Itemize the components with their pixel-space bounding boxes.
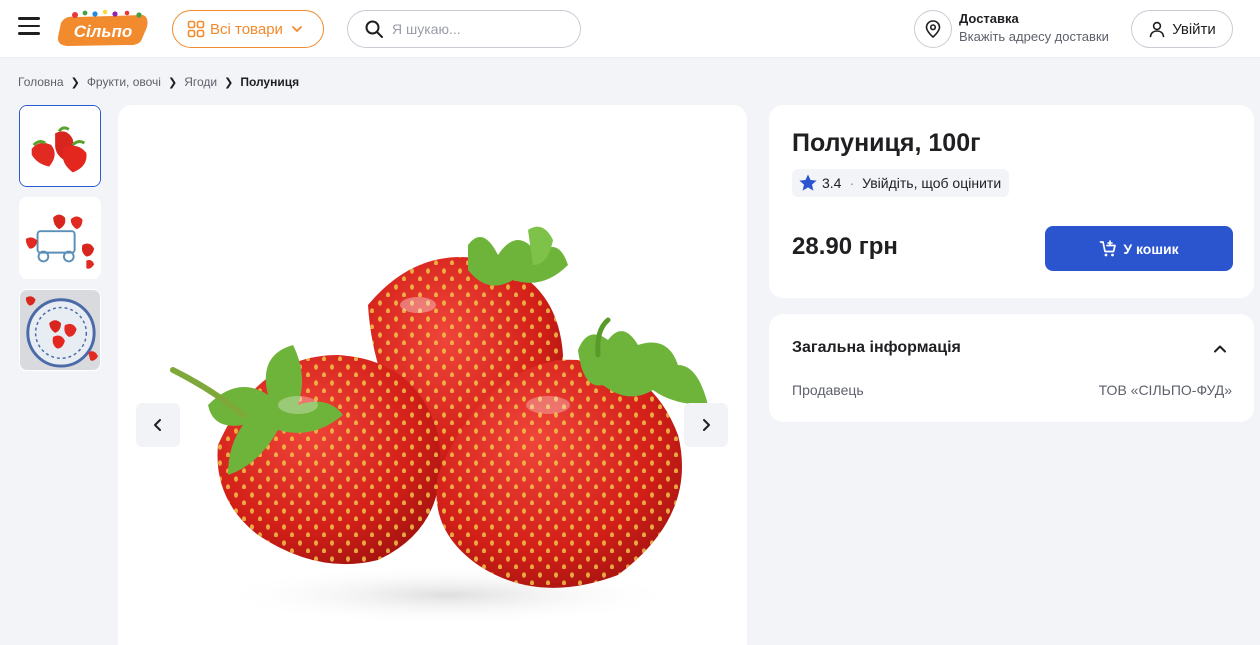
strawberries-thumbnail-image <box>20 106 100 186</box>
logo[interactable]: Сільпо <box>55 9 150 49</box>
thumbnail-2[interactable] <box>19 197 101 279</box>
breadcrumb-current: Полуниця <box>240 75 300 89</box>
menu-icon[interactable] <box>18 17 40 37</box>
add-to-cart-label: У кошик <box>1123 240 1179 257</box>
rate-login-link[interactable]: Увійдіть, щоб оцінити <box>862 175 1001 191</box>
delivery-title: Доставка <box>959 11 1019 26</box>
chevron-down-icon <box>292 26 302 32</box>
chevron-right-icon: ❯ <box>224 76 234 89</box>
general-info-card: Загальна інформація Продавець ТОВ «СІЛЬП… <box>769 314 1254 422</box>
separator-dot: · <box>849 175 855 191</box>
strawberries-plate-thumbnail-image <box>20 290 100 370</box>
delivery-subtitle: Вкажіть адресу доставки <box>959 29 1109 44</box>
next-image-button[interactable] <box>684 403 728 447</box>
rating-value: 3.4 <box>822 175 842 191</box>
collapse-info-button[interactable] <box>1209 340 1231 358</box>
chevron-left-icon <box>154 419 161 431</box>
all-products-label: Всі товари <box>210 20 283 38</box>
search-box[interactable] <box>347 10 581 48</box>
breadcrumb: Головна ❯ Фрукти, овочі ❯ Ягоди ❯ Полуни… <box>18 75 299 89</box>
delivery-info[interactable]: Доставка Вкажіть адресу доставки <box>959 10 1109 46</box>
grid-icon <box>187 20 205 38</box>
login-button[interactable]: Увійти <box>1131 10 1233 48</box>
thumbnail-1[interactable] <box>19 105 101 187</box>
header: Сільпо Всі товари Доставка Вкажіть адрес… <box>0 0 1260 58</box>
breadcrumb-fruits-vegetables[interactable]: Фрукти, овочі <box>87 75 161 89</box>
svg-text:Сільпо: Сільпо <box>74 22 132 41</box>
previous-image-button[interactable] <box>136 403 180 447</box>
product-price: 28.90 грн <box>792 233 898 260</box>
delivery-location-button[interactable] <box>914 10 952 48</box>
strawberries-cart-thumbnail-image <box>20 198 100 278</box>
add-to-cart-button[interactable]: У кошик <box>1045 226 1233 271</box>
chevron-right-icon: ❯ <box>167 76 178 89</box>
login-label: Увійти <box>1172 20 1216 38</box>
seller-label: Продавець <box>792 382 864 398</box>
seller-value: ТОВ «СІЛЬПО-ФУД» <box>1098 382 1232 398</box>
user-icon <box>1149 21 1165 38</box>
silpo-logo: Сільпо <box>57 9 148 46</box>
chevron-up-icon <box>1214 345 1226 353</box>
search-input[interactable] <box>392 21 552 37</box>
main-product-image <box>118 105 747 645</box>
star-icon <box>799 174 817 191</box>
cart-plus-icon <box>1100 239 1117 256</box>
chevron-right-icon: ❯ <box>70 76 80 89</box>
strawberries-image <box>170 226 708 625</box>
thumbnail-3[interactable] <box>19 289 101 371</box>
rating-badge: 3.4 · Увійдіть, щоб оцінити <box>792 169 1010 197</box>
search-icon <box>365 20 383 38</box>
product-card: Полуниця, 100г 3.4 · Увійдіть, щоб оціни… <box>769 105 1254 298</box>
chevron-right-icon <box>703 419 710 431</box>
general-info-title: Загальна інформація <box>792 339 961 356</box>
location-pin-icon <box>925 20 941 39</box>
breadcrumb-home[interactable]: Головна <box>18 75 64 89</box>
product-title: Полуниця, 100г <box>792 129 981 157</box>
breadcrumb-berries[interactable]: Ягоди <box>184 75 217 89</box>
all-products-button[interactable]: Всі товари <box>172 10 324 48</box>
